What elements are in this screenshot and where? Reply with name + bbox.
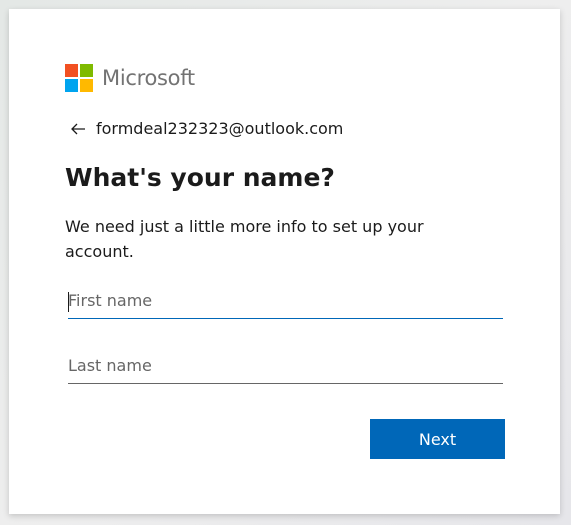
logo-square-yellow xyxy=(80,79,93,92)
page-description: We need just a little more info to set u… xyxy=(65,217,424,261)
page-title: What's your name? xyxy=(65,163,335,192)
microsoft-logo-icon xyxy=(65,64,93,92)
identity-email: formdeal232323@outlook.com xyxy=(96,119,344,138)
logo-square-red xyxy=(65,64,78,77)
next-button[interactable]: Next xyxy=(370,419,505,459)
microsoft-logo: Microsoft xyxy=(65,64,195,92)
arrow-left-icon[interactable] xyxy=(69,120,87,138)
identity-banner[interactable]: formdeal232323@outlook.com xyxy=(69,119,343,139)
logo-square-green xyxy=(80,64,93,77)
last-name-input[interactable] xyxy=(68,352,503,384)
logo-wordmark: Microsoft xyxy=(102,66,195,90)
logo-square-blue xyxy=(65,79,78,92)
first-name-input[interactable] xyxy=(68,287,503,319)
text-cursor xyxy=(68,292,69,312)
signup-card: Microsoft formdeal232323@outlook.com Wha… xyxy=(9,9,560,514)
